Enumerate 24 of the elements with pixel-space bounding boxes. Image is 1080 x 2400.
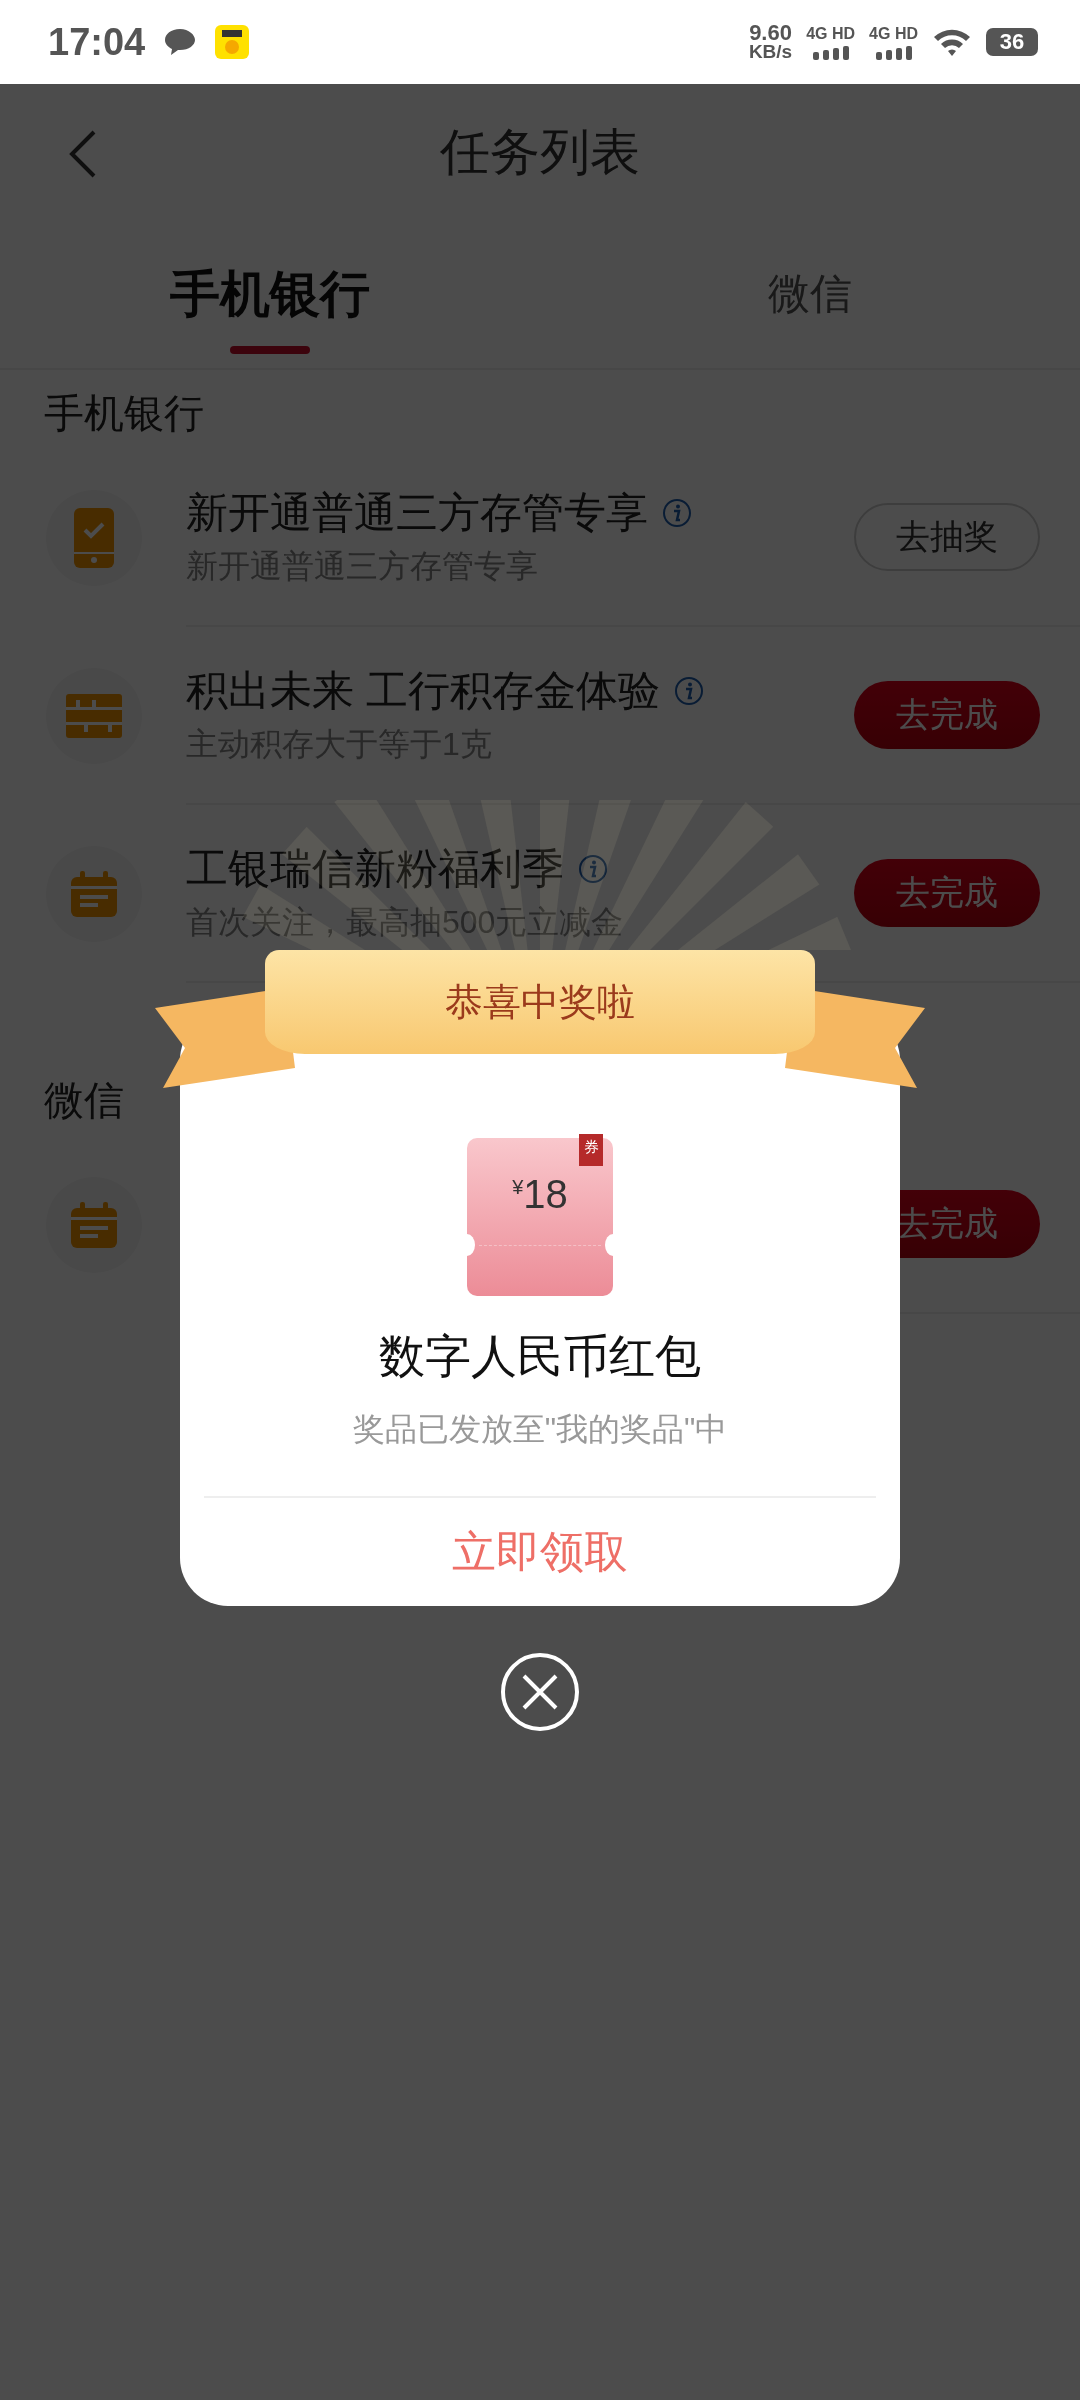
- task-title: 积出未来 工行积存金体验: [186, 666, 660, 716]
- dialog-title: 恭喜中奖啦: [445, 979, 635, 1025]
- coupon-tag: 券: [579, 1134, 603, 1166]
- close-icon[interactable]: [500, 1652, 580, 1732]
- network-label: 4G HD: [869, 24, 918, 43]
- section-title: 微信: [44, 1077, 124, 1124]
- network-label: 4G HD: [806, 24, 856, 43]
- clock: 17:04: [48, 20, 146, 64]
- prize-note: 奖品已发放至"我的奖品"中: [352, 1410, 728, 1449]
- wifi-icon: [932, 27, 972, 57]
- section-title: 手机银行: [44, 390, 204, 437]
- speed-unit: KB/s: [748, 42, 793, 61]
- chat-bubble-icon: [163, 27, 198, 57]
- signal-icon: [812, 45, 849, 60]
- task-title: 新开通普通三方存管专享: [186, 488, 648, 538]
- network-speed: 9.60: [749, 23, 792, 42]
- battery-level: 36: [999, 29, 1025, 55]
- currency-symbol: ¥: [512, 1176, 524, 1198]
- coupon-amount: 18: [523, 1172, 568, 1217]
- app-icon: [215, 25, 250, 59]
- prize-name: 数字人民币红包: [379, 1329, 701, 1384]
- task-title: 工银瑞信新粉福利季: [186, 844, 564, 894]
- page-title: 任务列表: [440, 122, 640, 182]
- signal-icon: [875, 45, 912, 60]
